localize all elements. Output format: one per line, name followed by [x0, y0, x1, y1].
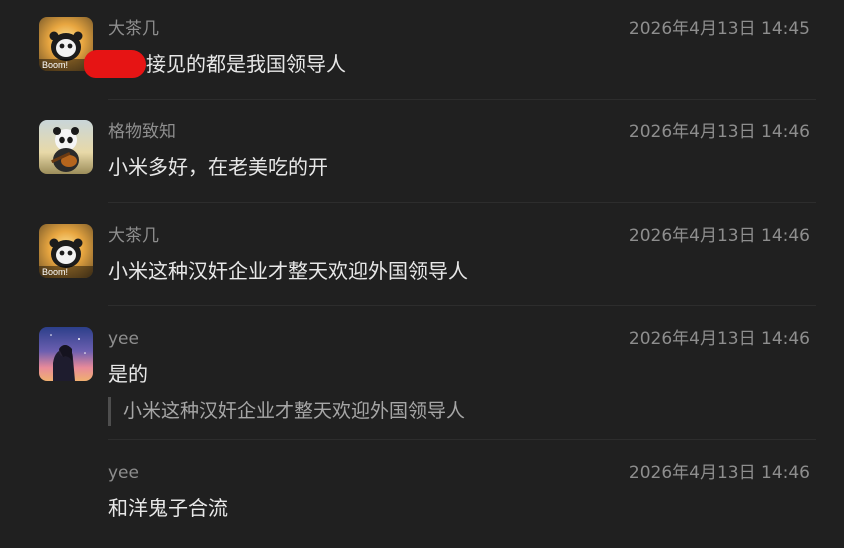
message-divider: [108, 202, 816, 203]
message-text: 小米多好，在老美吃的开: [108, 155, 328, 179]
message-timestamp: 2026年4月13日 14:46: [628, 463, 810, 483]
message-feed: Boom! 大茶几 2026年4月13日 14:45 接见的都是我国领导人 格物…: [0, 0, 844, 548]
message-timestamp: 2026年4月13日 14:46: [628, 329, 810, 349]
avatar-badge-text: Boom!: [42, 60, 68, 70]
guitar-panda-avatar-icon: [39, 120, 93, 174]
user-avatar[interactable]: [39, 327, 93, 381]
message-timestamp: 2026年4月13日 14:46: [628, 122, 810, 142]
message-timestamp: 2026年4月13日 14:45: [628, 19, 810, 39]
message-text: 是的: [108, 362, 148, 386]
message-author[interactable]: yee: [108, 461, 139, 485]
message-text-row: 接见的都是我国领导人: [84, 50, 346, 78]
message-author[interactable]: 大茶几: [108, 17, 159, 41]
quoted-message[interactable]: 小米这种汉奸企业才整天欢迎外国领导人: [108, 397, 465, 426]
boom-panda-avatar-icon: Boom!: [39, 224, 93, 278]
sunset-girl-avatar-icon: [39, 327, 93, 381]
message-divider: [108, 99, 816, 100]
message-text: 和洋鬼子合流: [108, 496, 228, 520]
message-divider: [108, 305, 816, 306]
message-divider: [108, 439, 816, 440]
redaction-mark: [84, 50, 146, 78]
message-text: 小米这种汉奸企业才整天欢迎外国领导人: [108, 259, 468, 283]
user-avatar[interactable]: Boom!: [39, 224, 93, 278]
message-text: 接见的都是我国领导人: [146, 52, 346, 76]
user-avatar[interactable]: [39, 120, 93, 174]
message-author[interactable]: 格物致知: [108, 120, 176, 144]
message-author[interactable]: yee: [108, 327, 139, 351]
message-timestamp: 2026年4月13日 14:46: [628, 226, 810, 246]
message-author[interactable]: 大茶几: [108, 224, 159, 248]
avatar-badge-text: Boom!: [42, 267, 68, 277]
